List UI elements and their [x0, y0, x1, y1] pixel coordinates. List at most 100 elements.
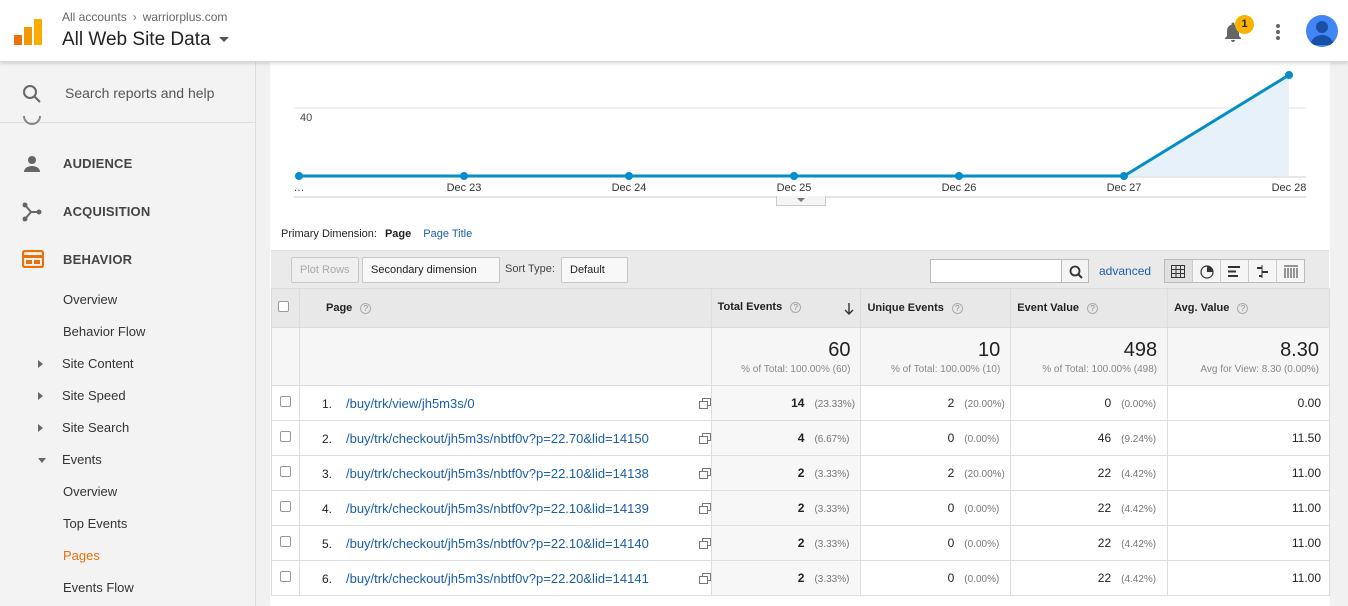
- nav-top-events[interactable]: Top Events: [0, 508, 256, 540]
- page-link[interactable]: /buy/trk/checkout/jh5m3s/nbtf0v?p=22.10&…: [346, 536, 649, 551]
- open-page-icon[interactable]: [698, 397, 711, 409]
- breadcrumb[interactable]: All accounts › warriorplus.com: [62, 10, 227, 24]
- row-checkbox[interactable]: [279, 536, 291, 547]
- table-view-button[interactable]: [1165, 260, 1193, 282]
- table-search-input[interactable]: [930, 259, 1062, 283]
- view-selector[interactable]: All Web Site Data: [62, 29, 229, 51]
- sidebar-search[interactable]: Search reports and help: [0, 62, 256, 123]
- plot-rows-button[interactable]: Plot Rows: [291, 257, 359, 283]
- page-link[interactable]: /buy/trk/checkout/jh5m3s/nbtf0v?p=22.10&…: [346, 466, 649, 481]
- total-events-cell: 2 (3.33%): [710, 525, 862, 561]
- header-unique-events[interactable]: Unique Events?: [860, 288, 1012, 328]
- data-point: [955, 172, 963, 180]
- nav-pages[interactable]: Pages: [0, 540, 256, 572]
- row-checkbox[interactable]: [279, 466, 291, 477]
- page-link[interactable]: /buy/trk/checkout/jh5m3s/nbtf0v?p=22.10&…: [346, 501, 649, 516]
- secondary-dimension-select[interactable]: Secondary dimension: [362, 257, 500, 297]
- row-checkbox[interactable]: [279, 501, 291, 512]
- help-icon[interactable]: ?: [951, 302, 963, 314]
- page-link[interactable]: /buy/trk/checkout/jh5m3s/nbtf0v?p=22.20&…: [346, 571, 649, 586]
- cell-value: 11.00: [1291, 501, 1321, 515]
- page-cell: 1. /buy/trk/view/jh5m3s/0: [298, 385, 712, 421]
- table-row: 6. /buy/trk/checkout/jh5m3s/nbtf0v?p=22.2…: [271, 560, 1330, 596]
- row-select-cell: [271, 385, 300, 421]
- bar-chart-icon: [1228, 266, 1240, 277]
- comparison-view-button[interactable]: [1249, 260, 1277, 282]
- comparison-icon: [1257, 265, 1268, 278]
- header-event-value[interactable]: Event Value?: [1010, 288, 1169, 328]
- pivot-view-button[interactable]: [1277, 260, 1304, 282]
- nav-behavior[interactable]: BEHAVIOR: [0, 236, 256, 284]
- sort-type-select[interactable]: Default: [561, 257, 628, 297]
- nav-site-search[interactable]: Site Search: [0, 412, 256, 444]
- pie-chart-icon: [1200, 265, 1214, 279]
- row-select-cell: [271, 525, 300, 561]
- cell-value: 22: [1097, 571, 1112, 585]
- total-value: 498: [1123, 338, 1158, 361]
- nav-events-flow[interactable]: Events Flow: [0, 572, 256, 604]
- page-link[interactable]: /buy/trk/checkout/jh5m3s/nbtf0v?p=22.70&…: [346, 431, 649, 446]
- secondary-dimension-label: Secondary dimension: [371, 264, 477, 276]
- page-cell: 5. /buy/trk/checkout/jh5m3s/nbtf0v?p=22.1…: [298, 525, 712, 561]
- nav-audience[interactable]: AUDIENCE: [0, 140, 256, 188]
- help-icon[interactable]: ?: [1237, 302, 1249, 314]
- open-page-icon[interactable]: [698, 537, 711, 549]
- row-checkbox[interactable]: [279, 396, 291, 407]
- cell-value: 46: [1097, 431, 1112, 445]
- nav-site-content[interactable]: Site Content: [0, 348, 256, 380]
- analytics-logo-icon[interactable]: [14, 19, 42, 45]
- more-vert-icon[interactable]: [1270, 22, 1286, 42]
- avatar[interactable]: [1306, 15, 1338, 47]
- nav-item-label: Events Flow: [63, 580, 134, 595]
- help-icon[interactable]: ?: [360, 302, 372, 314]
- header-page[interactable]: Page?: [298, 288, 712, 328]
- help-icon[interactable]: ?: [1087, 302, 1099, 314]
- unique-events-cell: 0 (0.00%): [860, 490, 1012, 526]
- pie-view-button[interactable]: [1193, 260, 1221, 282]
- caret-down-icon[interactable]: [218, 37, 229, 43]
- nav-behavior-flow[interactable]: Behavior Flow: [0, 316, 256, 348]
- open-page-icon[interactable]: [698, 432, 711, 444]
- cell-percent: (3.33%): [814, 469, 850, 480]
- sort-down-arrow-icon[interactable]: [844, 303, 854, 315]
- table-search-button[interactable]: [1061, 259, 1089, 283]
- expand-arrow-icon: [38, 392, 43, 400]
- advanced-filter-link[interactable]: advanced: [1099, 264, 1151, 278]
- dimension-page-title-link[interactable]: Page Title: [423, 228, 472, 240]
- avg-value-cell: 11.00: [1167, 455, 1330, 491]
- total-sub: % of Total: 100.00% (10): [890, 363, 1001, 375]
- open-page-icon[interactable]: [698, 467, 711, 479]
- row-checkbox[interactable]: [279, 431, 291, 442]
- open-page-icon[interactable]: [698, 502, 711, 514]
- total-sub: % of Total: 100.00% (60): [741, 363, 851, 375]
- help-icon[interactable]: ?: [790, 301, 802, 313]
- row-index: 6.: [321, 571, 332, 586]
- totals-unique-events: 10 % of Total: 100.00% (10): [860, 327, 1012, 386]
- dimension-page[interactable]: Page: [385, 228, 411, 240]
- header-total-events[interactable]: Total Events?: [710, 288, 862, 328]
- table-row: 2. /buy/trk/checkout/jh5m3s/nbtf0v?p=22.7…: [271, 420, 1330, 456]
- select-all-checkbox[interactable]: [278, 301, 289, 312]
- breadcrumb-account[interactable]: warriorplus.com: [143, 10, 228, 24]
- nav-events[interactable]: Events: [0, 444, 256, 476]
- chart-collapse-handle[interactable]: [776, 196, 826, 206]
- nav-behavior-overview[interactable]: Overview: [0, 284, 256, 316]
- row-checkbox[interactable]: [279, 571, 291, 582]
- open-page-icon[interactable]: [698, 572, 711, 584]
- nav-item-label: Site Content: [62, 356, 134, 371]
- nav-acquisition[interactable]: ACQUISITION: [0, 188, 256, 236]
- search-placeholder[interactable]: Search reports and help: [65, 85, 214, 101]
- header-avg-value[interactable]: Avg. Value?: [1167, 288, 1330, 328]
- cell-percent: (0.00%): [964, 504, 1000, 515]
- nav-site-speed[interactable]: Site Speed: [0, 380, 256, 412]
- page-link[interactable]: /buy/trk/view/jh5m3s/0: [346, 396, 475, 411]
- event-value-cell: 22 (4.42%): [1010, 560, 1169, 596]
- performance-view-button[interactable]: [1221, 260, 1249, 282]
- series-line: [299, 73, 1290, 178]
- nav-events-overview[interactable]: Overview: [0, 476, 256, 508]
- view-title[interactable]: All Web Site Data: [62, 29, 211, 50]
- search-icon: [1069, 265, 1083, 279]
- nav-item-label: Events: [62, 452, 102, 467]
- cell-percent: (0.00%): [964, 574, 1000, 585]
- breadcrumb-root[interactable]: All accounts: [62, 10, 127, 24]
